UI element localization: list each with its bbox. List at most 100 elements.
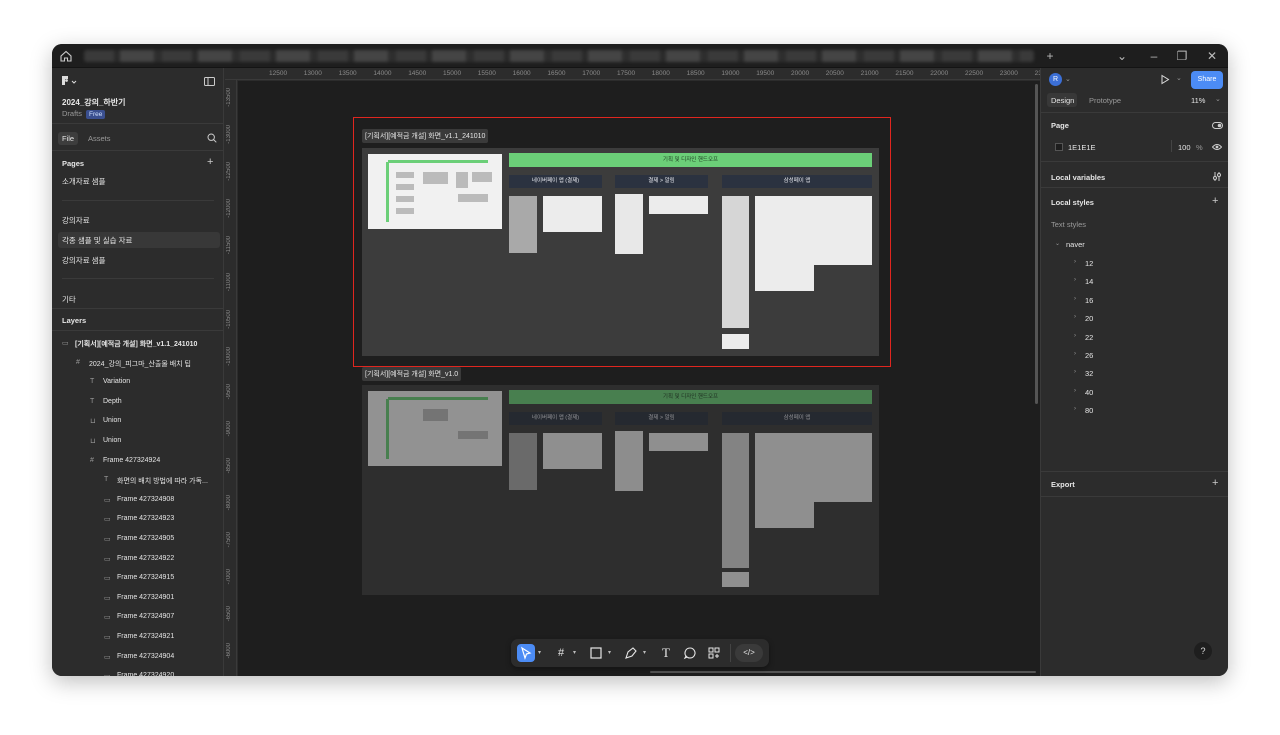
layer-item[interactable]: Frame 427324921 [117, 633, 174, 640]
text-style-item[interactable]: 32 [1085, 369, 1093, 378]
canvas-scrollbar-vertical[interactable] [1035, 84, 1038, 404]
chevron-right-icon[interactable]: › [1074, 296, 1076, 302]
layer-item[interactable]: Variation [103, 378, 130, 385]
tab-file[interactable]: File [62, 134, 74, 143]
layer-item[interactable]: Frame 427324901 [117, 594, 174, 601]
layer-item[interactable]: [기획서][예적금 개설] 화면_v1.1_241010 [75, 339, 197, 349]
toggle-sidebar-icon[interactable] [204, 77, 215, 86]
ruler-tick: 17500 [617, 70, 636, 77]
open-file-tabs[interactable] [84, 50, 1034, 62]
ruler-tick: -11500 [226, 236, 232, 255]
maximize-icon[interactable]: ❐ [1174, 48, 1190, 64]
share-button[interactable]: Share [1191, 71, 1223, 89]
rectangle-tool-icon[interactable] [587, 644, 605, 662]
text-style-item[interactable]: 22 [1085, 333, 1093, 342]
layer-item[interactable]: Frame 427324922 [117, 555, 174, 562]
layer-item[interactable]: Union [103, 417, 121, 424]
chevron-right-icon[interactable]: › [1074, 259, 1076, 265]
color-swatch[interactable] [1055, 143, 1063, 151]
frame-icon: ▭ [104, 614, 111, 622]
local-variables[interactable]: Local variables [1051, 173, 1105, 182]
help-button[interactable]: ? [1194, 642, 1212, 660]
layer-item[interactable]: Frame 427324923 [117, 515, 174, 522]
zoom-level[interactable]: 11% [1191, 96, 1205, 105]
tab-prototype[interactable]: Prototype [1089, 96, 1121, 105]
chevron-right-icon[interactable]: › [1074, 388, 1076, 394]
chevron-down-icon[interactable]: ▾ [538, 649, 544, 657]
text-style-item[interactable]: 16 [1085, 296, 1093, 305]
chevron-right-icon[interactable]: › [1074, 369, 1076, 375]
frame-icon: ▭ [104, 594, 111, 602]
text-style-item[interactable]: 12 [1085, 259, 1093, 268]
page-item[interactable]: 소개자료 샘플 [62, 176, 105, 187]
frame-v10[interactable]: 기획 및 디자인 핸드오프 네이버페이 앱 (결제) 결제 > 알림 삼성페이 … [362, 385, 879, 595]
chevron-down-icon[interactable]: ▾ [643, 649, 649, 657]
pen-tool-icon[interactable] [622, 644, 640, 662]
page-item[interactable]: 강의자료 [62, 215, 90, 226]
present-play-icon[interactable] [1160, 74, 1170, 85]
layer-item[interactable]: 화면의 배치 방법에 따라 가독... [117, 476, 208, 486]
add-export-icon[interactable]: + [1212, 477, 1218, 489]
text-style-item[interactable]: 26 [1085, 351, 1093, 360]
layer-item[interactable]: Depth [103, 398, 122, 405]
page-opacity[interactable]: 100 [1178, 143, 1191, 152]
avatar[interactable]: R [1049, 73, 1062, 86]
close-icon[interactable]: ✕ [1204, 48, 1220, 64]
chevron-right-icon[interactable]: › [1074, 351, 1076, 357]
visibility-eye-icon[interactable] [1212, 143, 1222, 151]
page-item[interactable]: 강의자료 샘플 [62, 255, 105, 266]
chevron-down-icon[interactable]: ⌄ [1065, 75, 1071, 83]
layers-header: Layers [62, 316, 87, 325]
figma-menu-icon[interactable] [62, 76, 78, 88]
variables-settings-icon[interactable] [1212, 171, 1222, 182]
text-icon: T [90, 378, 95, 386]
actions-tool-icon[interactable] [705, 644, 723, 662]
text-style-item[interactable]: 80 [1085, 406, 1093, 415]
dev-mode-toggle-icon[interactable]: </> [735, 644, 763, 662]
page-item[interactable]: 기타 [62, 294, 76, 305]
page-color-hex[interactable]: 1E1E1E [1068, 143, 1096, 152]
eye-toggle-icon[interactable] [1212, 122, 1223, 129]
page-item-selected[interactable]: 각종 샘플 및 실습 자료 [62, 235, 132, 246]
layer-item[interactable]: Union [103, 437, 121, 444]
file-name[interactable]: 2024_강의_하반기 [62, 97, 126, 108]
chevron-down-icon[interactable]: ⌄ [1176, 74, 1182, 82]
canvas-scrollbar-horizontal[interactable] [650, 671, 1036, 673]
minimize-icon[interactable]: – [1146, 48, 1162, 64]
chevron-right-icon[interactable]: › [1074, 314, 1076, 320]
text-style-item[interactable]: 14 [1085, 277, 1093, 286]
layer-item[interactable]: 2024_강의_피그마_산출물 배치 팁 [89, 359, 191, 369]
comment-tool-icon[interactable] [681, 644, 699, 662]
text-icon: T [90, 397, 95, 405]
tab-design[interactable]: Design [1051, 96, 1074, 105]
chevron-right-icon[interactable]: › [1074, 277, 1076, 283]
search-icon[interactable] [207, 133, 217, 143]
text-tool-icon[interactable]: T [657, 644, 675, 662]
add-page-icon[interactable]: + [207, 156, 213, 168]
new-tab-icon[interactable]: + [1042, 48, 1058, 64]
style-group-naver[interactable]: naver [1066, 240, 1085, 249]
move-tool-icon[interactable] [517, 644, 535, 662]
chevron-right-icon[interactable]: › [1074, 333, 1076, 339]
layer-item[interactable]: Frame 427324920 [117, 672, 174, 676]
layer-item[interactable]: Frame 427324904 [117, 653, 174, 660]
tab-assets[interactable]: Assets [88, 134, 111, 143]
layer-item[interactable]: Frame 427324905 [117, 535, 174, 542]
frame-tool-icon[interactable]: # [552, 644, 570, 662]
chevron-down-icon[interactable]: ⌄ [1055, 240, 1060, 247]
frame-label-v10[interactable]: [기획서][예적금 개설] 화면_v1.0 [362, 367, 462, 381]
layer-item[interactable]: Frame 427324924 [103, 457, 160, 464]
home-icon[interactable] [58, 48, 74, 64]
chevron-down-icon[interactable]: ⌄ [1114, 48, 1130, 64]
chevron-down-icon[interactable]: ▾ [573, 649, 579, 657]
layer-item[interactable]: Frame 427324908 [117, 496, 174, 503]
text-style-item[interactable]: 40 [1085, 388, 1093, 397]
chevron-right-icon[interactable]: › [1074, 406, 1076, 412]
selection-highlight [353, 117, 891, 367]
chevron-down-icon[interactable]: ⌄ [1215, 95, 1221, 103]
chevron-down-icon[interactable]: ▾ [608, 649, 614, 657]
layer-item[interactable]: Frame 427324915 [117, 574, 174, 581]
add-style-icon[interactable]: + [1212, 195, 1218, 207]
text-style-item[interactable]: 20 [1085, 314, 1093, 323]
layer-item[interactable]: Frame 427324907 [117, 613, 174, 620]
